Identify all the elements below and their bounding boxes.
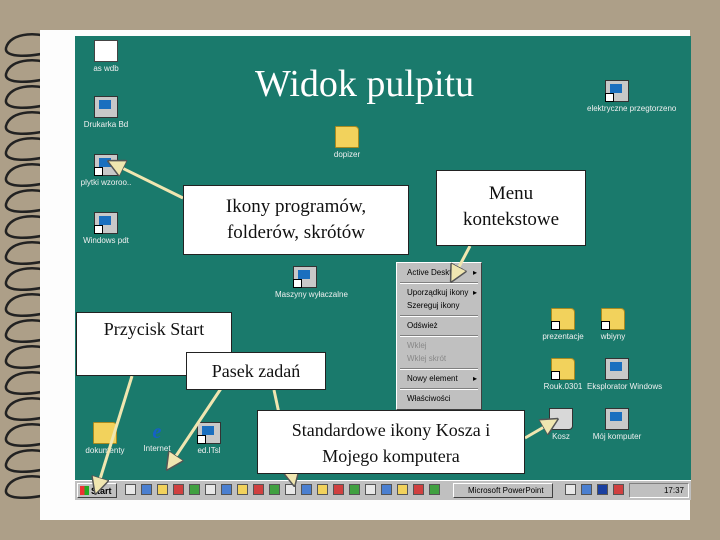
callout-line: Przycisk Start [103, 319, 205, 339]
callout-context-menu: Menu kontekstowe [436, 170, 586, 246]
callout-line: folderów, skrótów [226, 222, 366, 243]
callout-line: kontekstowe [462, 209, 560, 230]
arrow-to-icons [110, 162, 184, 200]
arrow-to-recycle-bin [524, 420, 556, 440]
callout-line: Mojego komputera [322, 446, 460, 466]
callout-taskbar: Pasek zadań [186, 352, 326, 390]
callout-line: Menu [488, 183, 534, 204]
callout-line: Standardowe ikony Kosza i [291, 420, 491, 440]
arrow-to-start-button [96, 375, 134, 492]
arrow-to-context-menu [452, 245, 472, 280]
callout-standard-icons: Standardowe ikony Kosza i Mojego kompute… [257, 410, 525, 474]
callout-line: Pasek zadań [211, 361, 301, 381]
arrow-to-taskbar-left [168, 383, 226, 468]
callout-line: Ikony programów, [225, 196, 367, 217]
callout-icons: Ikony programów, folderów, skrótów [183, 185, 409, 255]
